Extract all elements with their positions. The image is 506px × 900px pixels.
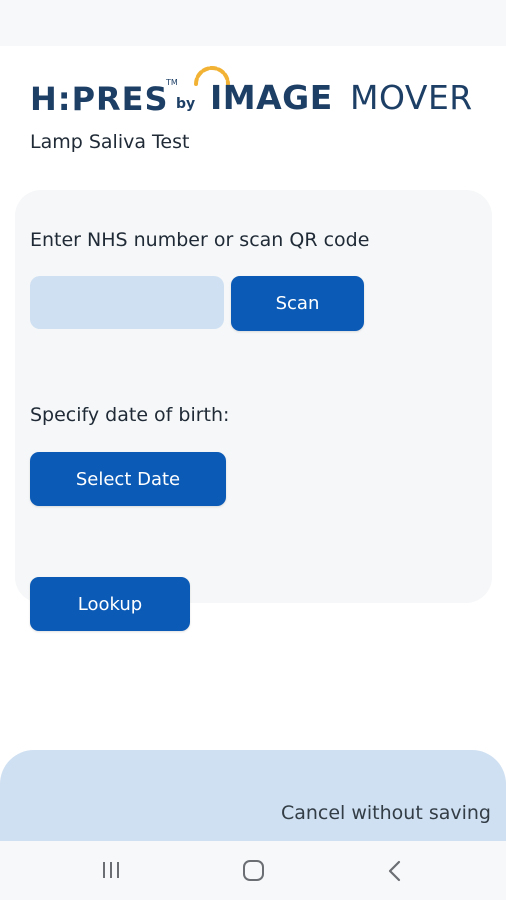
status-bar <box>0 0 506 46</box>
page-subtitle: Lamp Saliva Test <box>30 131 190 153</box>
back-icon[interactable] <box>386 860 404 882</box>
dob-prompt-label: Specify date of birth: <box>30 404 230 426</box>
scan-button[interactable]: Scan <box>231 276 364 331</box>
lookup-button[interactable]: Lookup <box>30 577 190 631</box>
logo-mover-text: MOVER <box>350 78 473 117</box>
nhs-prompt-label: Enter NHS number or scan QR code <box>30 229 370 251</box>
logo-trademark: TM <box>166 78 178 87</box>
form-card <box>15 190 492 603</box>
brand-logo: H:PRES TM by IMAGE MOVER <box>30 62 490 118</box>
logo-image-text: IMAGE <box>210 78 333 117</box>
select-date-button[interactable]: Select Date <box>30 452 226 506</box>
app-screen: H:PRES TM by IMAGE MOVER Lamp Saliva Tes… <box>0 0 506 900</box>
nhs-number-input[interactable] <box>30 276 224 329</box>
home-icon[interactable] <box>243 860 264 881</box>
recents-icon[interactable] <box>101 862 123 880</box>
logo-hpres-text: H:PRES <box>30 80 169 118</box>
cancel-without-saving-link[interactable]: Cancel without saving <box>281 802 491 824</box>
